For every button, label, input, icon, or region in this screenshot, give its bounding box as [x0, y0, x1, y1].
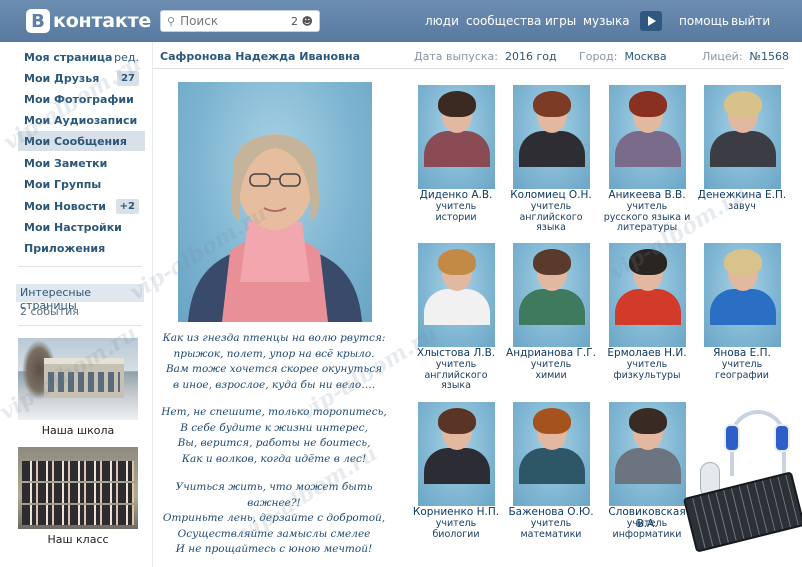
vk-logo[interactable]: В контакте — [26, 8, 151, 34]
teacher-role: географии — [715, 369, 769, 381]
class-photo[interactable] — [18, 447, 138, 529]
profile-name: Сафронова Надежда Ивановна — [160, 50, 360, 63]
teacher-role: учитель — [626, 359, 668, 370]
menu-news[interactable]: Мои Новости +2 — [18, 196, 145, 216]
teacher-name[interactable]: Диденко А.В. — [406, 189, 506, 201]
teacher-role: математики — [520, 528, 582, 540]
logo-letter: В — [26, 9, 50, 33]
teacher-role: языка — [441, 380, 471, 391]
teacher-photo[interactable] — [418, 402, 495, 506]
teacher-name[interactable]: Баженова О.Ю. — [501, 506, 601, 518]
play-icon[interactable] — [640, 11, 662, 31]
search-box[interactable]: ⚲ Поиск 2 ☻ — [160, 10, 320, 32]
teacher-name[interactable]: Андрианова Г.Г. — [501, 347, 601, 359]
teacher-role: учитель — [626, 518, 668, 529]
teacher-role: учитель — [626, 201, 668, 212]
teacher-role: химии — [535, 369, 567, 381]
info-divider — [152, 68, 784, 69]
class-caption[interactable]: Наш класс — [18, 533, 138, 546]
menu-groups[interactable]: Мои Группы — [18, 174, 145, 194]
headphone-left-icon — [724, 424, 740, 452]
teacher-photo[interactable] — [609, 402, 686, 506]
school-caption[interactable]: Наша школа — [18, 424, 138, 437]
nav-communities[interactable]: сообщества — [466, 14, 541, 28]
teacher-photo[interactable] — [704, 85, 781, 189]
menu-notes[interactable]: Мои Заметки — [18, 153, 145, 173]
teacher-role: учитель — [435, 201, 477, 212]
teacher-name[interactable]: Корниенко Н.П. — [406, 506, 506, 518]
school-value[interactable]: №1568 — [750, 50, 789, 63]
teacher-role: информатики — [612, 528, 682, 540]
teacher-photo[interactable] — [513, 85, 590, 189]
menu-divider — [18, 266, 142, 267]
events-link[interactable]: 2 события — [20, 305, 79, 318]
teacher-photo[interactable] — [704, 243, 781, 347]
teacher-role: учитель — [530, 201, 572, 212]
city-info: Город: Москва — [579, 50, 667, 63]
search-input[interactable]: Поиск — [180, 14, 291, 28]
teacher-role: учитель — [721, 359, 763, 370]
person-icon: ☻ — [301, 14, 313, 28]
teacher-name[interactable]: Янова Е.П. — [692, 347, 792, 359]
teacher-name[interactable]: Коломиец О.Н. — [501, 189, 601, 201]
teacher-role: истории — [435, 211, 477, 223]
teacher-photo[interactable] — [513, 402, 590, 506]
logo-text: контакте — [53, 10, 152, 32]
nav-logout[interactable]: выйти — [731, 14, 770, 28]
column-divider — [152, 42, 153, 567]
grad-value[interactable]: 2016 год — [505, 50, 557, 63]
teacher-name[interactable]: Ермолаев Н.И. — [597, 347, 697, 359]
search-icon: ⚲ — [167, 14, 176, 28]
teacher-role: учитель — [435, 518, 477, 529]
teacher-name[interactable]: Аникеева В.В. — [597, 189, 697, 201]
teacher-role: учитель — [435, 359, 477, 370]
teacher-role: учитель — [530, 359, 572, 370]
teacher-role: учитель — [530, 518, 572, 529]
teacher-role: биологии — [432, 528, 480, 540]
search-counter: 2 ☻ — [291, 14, 313, 28]
top-bar: В контакте ⚲ Поиск 2 ☻ люди сообщества и… — [0, 0, 802, 42]
portrait-illustration — [188, 134, 362, 322]
interesting-pages[interactable]: Интересные страницы — [16, 284, 144, 312]
menu-apps[interactable]: Приложения — [18, 238, 145, 258]
grad-info: Дата выпуска: 2016 год — [414, 50, 557, 63]
nav-games[interactable]: игры — [545, 14, 576, 28]
city-value[interactable]: Москва — [624, 50, 666, 63]
school-info: Лицей: №1568 — [702, 50, 789, 63]
nav-people[interactable]: люди — [425, 14, 459, 28]
nav-help[interactable]: помощь — [679, 14, 729, 28]
teacher-role: языка — [536, 222, 566, 233]
profile-photo[interactable] — [178, 82, 372, 322]
news-badge: +2 — [115, 198, 139, 214]
headphone-right-icon — [774, 424, 790, 452]
teacher-photo[interactable] — [418, 85, 495, 189]
teacher-role: физкультуры — [613, 369, 681, 381]
menu-settings[interactable]: Мои Настройки — [18, 217, 145, 237]
teacher-photo[interactable] — [513, 243, 590, 347]
teacher-photo[interactable] — [609, 85, 686, 189]
nav-music[interactable]: музыка — [583, 14, 630, 28]
